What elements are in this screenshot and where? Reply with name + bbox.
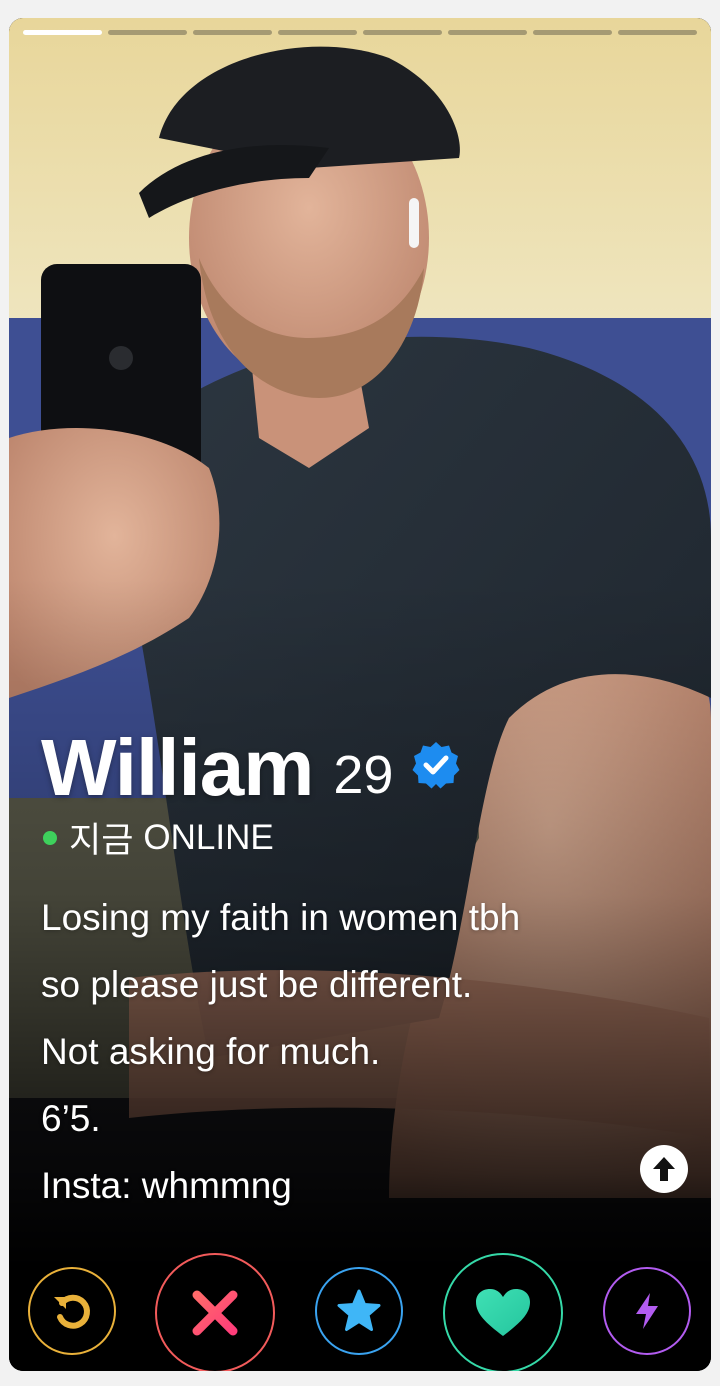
photo-indicator[interactable] xyxy=(363,30,442,35)
bio-line: Not asking for much. xyxy=(41,1031,381,1072)
bio-line: 6’5. xyxy=(41,1098,101,1139)
bio-line: so please just be different. xyxy=(41,964,473,1005)
photo-progress xyxy=(23,30,697,35)
profile-card[interactable]: William 29 지금 ONLINE Losing my faith in … xyxy=(9,18,711,1371)
photo-indicator[interactable] xyxy=(533,30,612,35)
photo-indicator[interactable] xyxy=(448,30,527,35)
photo-indicator[interactable] xyxy=(193,30,272,35)
lightning-icon xyxy=(636,1293,658,1329)
profile-age: 29 xyxy=(333,745,394,805)
like-button[interactable] xyxy=(443,1253,563,1371)
photo-indicator[interactable] xyxy=(108,30,187,35)
action-bar xyxy=(9,1233,711,1371)
photo-indicator[interactable] xyxy=(278,30,357,35)
boost-button[interactable] xyxy=(603,1267,691,1355)
status-label: ONLINE xyxy=(143,817,274,857)
name-row: William 29 xyxy=(41,708,461,808)
photo-indicator[interactable] xyxy=(618,30,697,35)
verified-badge-icon xyxy=(412,742,460,789)
photo-indicator[interactable] xyxy=(23,30,102,35)
close-icon xyxy=(192,1290,238,1336)
profile-name: William xyxy=(41,723,314,812)
bio-line: Insta: whmmng xyxy=(41,1165,292,1206)
super-like-button[interactable] xyxy=(315,1267,403,1355)
heart-icon xyxy=(476,1289,530,1336)
profile-bio: Losing my faith in women tbh so please j… xyxy=(41,884,641,1219)
arrow-up-icon xyxy=(653,1157,675,1181)
online-dot xyxy=(43,830,57,845)
rewind-button[interactable] xyxy=(28,1267,116,1355)
profile-info-button[interactable] xyxy=(640,1145,688,1193)
status-time: 지금 xyxy=(69,821,134,860)
nope-button[interactable] xyxy=(155,1253,275,1371)
rewind-icon xyxy=(54,1294,90,1329)
star-icon xyxy=(337,1289,381,1331)
bio-line: Losing my faith in women tbh xyxy=(41,897,521,938)
online-status: 지금 ONLINE xyxy=(43,812,274,863)
